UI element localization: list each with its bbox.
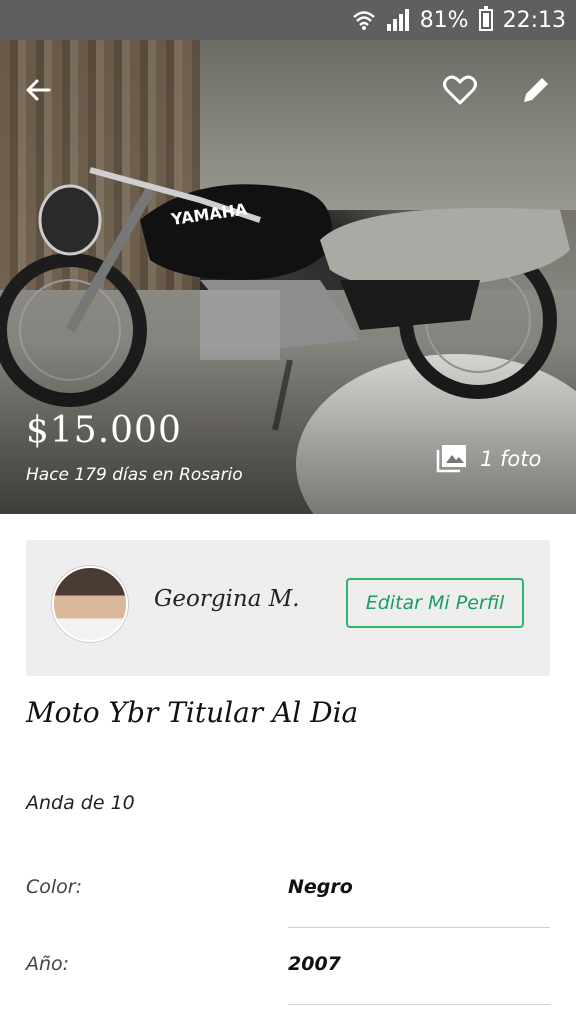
attribute-label-color: Color: (26, 876, 83, 898)
edit-listing-button[interactable] (516, 70, 556, 110)
arrow-left-icon (26, 79, 51, 101)
photo-count-label: 1 foto (480, 447, 542, 471)
divider (288, 1004, 550, 1005)
attribute-value-color: Negro (288, 876, 353, 898)
listing-title: Moto Ybr Titular Al Dia (26, 696, 359, 729)
status-bar: 81% 22:13 (0, 0, 576, 40)
price: $15.000 (26, 410, 182, 451)
status-icons: 81% 22:13 (352, 0, 566, 40)
edit-profile-button[interactable]: Editar Mi Perfil (346, 578, 524, 628)
clock: 22:13 (502, 7, 566, 33)
photo-count[interactable]: 1 foto (436, 445, 541, 473)
pencil-icon (524, 78, 548, 102)
favorite-button[interactable] (440, 70, 480, 110)
battery-icon (478, 6, 493, 31)
back-button[interactable] (18, 70, 58, 110)
wifi-icon (352, 11, 375, 30)
image-gallery-icon (436, 445, 466, 473)
attribute-value-year: 2007 (288, 953, 341, 975)
posted-info: Hace 179 días en Rosario (26, 465, 243, 485)
attribute-label-year: Año: (26, 953, 70, 975)
seller-name: Georgina M. (154, 586, 300, 612)
divider (288, 927, 550, 928)
seller-card: Georgina M. Editar Mi Perfil (26, 540, 550, 676)
heart-icon (443, 75, 477, 105)
listing-photo[interactable]: YAMAHA $15.000 Hace 179 días en Rosario … (0, 40, 576, 514)
signal-icon (386, 9, 409, 31)
listing-description: Anda de 10 (26, 792, 135, 814)
avatar[interactable] (52, 566, 128, 642)
battery-percent: 81% (419, 7, 469, 33)
